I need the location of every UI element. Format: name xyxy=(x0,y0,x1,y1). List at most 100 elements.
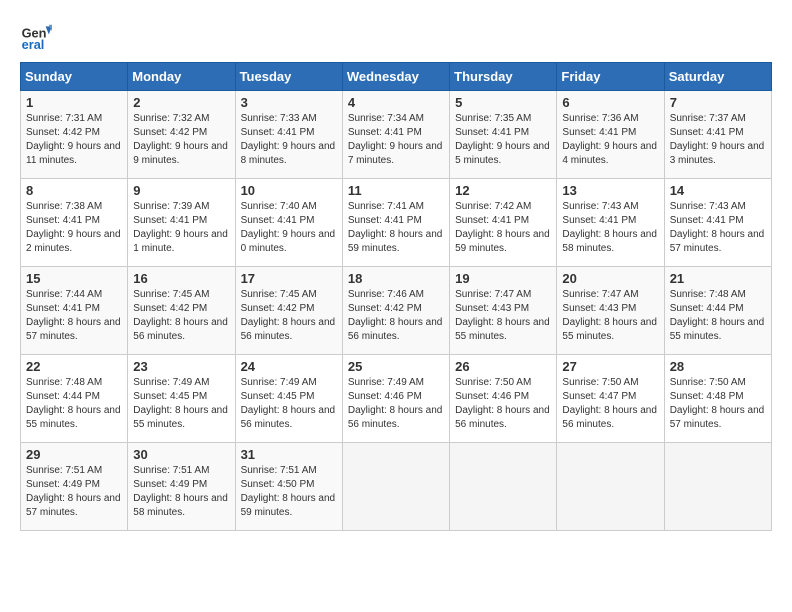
day-number: 25 xyxy=(348,359,444,374)
calendar-day-cell: 17 Sunrise: 7:45 AM Sunset: 4:42 PM Dayl… xyxy=(235,267,342,355)
day-number: 14 xyxy=(670,183,766,198)
day-number: 3 xyxy=(241,95,337,110)
calendar-day-cell: 1 Sunrise: 7:31 AM Sunset: 4:42 PM Dayli… xyxy=(21,91,128,179)
day-info: Sunrise: 7:51 AM Sunset: 4:50 PM Dayligh… xyxy=(241,464,337,520)
day-info: Sunrise: 7:48 AM Sunset: 4:44 PM Dayligh… xyxy=(670,288,766,344)
calendar-day-cell: 20 Sunrise: 7:47 AM Sunset: 4:43 PM Dayl… xyxy=(557,267,664,355)
day-number: 16 xyxy=(133,271,229,286)
calendar-day-cell: 16 Sunrise: 7:45 AM Sunset: 4:42 PM Dayl… xyxy=(128,267,235,355)
day-info: Sunrise: 7:45 AM Sunset: 4:42 PM Dayligh… xyxy=(133,288,229,344)
day-info: Sunrise: 7:40 AM Sunset: 4:41 PM Dayligh… xyxy=(241,200,337,256)
day-info: Sunrise: 7:51 AM Sunset: 4:49 PM Dayligh… xyxy=(26,464,122,520)
calendar-day-cell: 10 Sunrise: 7:40 AM Sunset: 4:41 PM Dayl… xyxy=(235,179,342,267)
calendar-day-cell: 12 Sunrise: 7:42 AM Sunset: 4:41 PM Dayl… xyxy=(450,179,557,267)
day-number: 15 xyxy=(26,271,122,286)
day-number: 22 xyxy=(26,359,122,374)
calendar-day-cell: 8 Sunrise: 7:38 AM Sunset: 4:41 PM Dayli… xyxy=(21,179,128,267)
calendar-day-cell: 27 Sunrise: 7:50 AM Sunset: 4:47 PM Dayl… xyxy=(557,355,664,443)
day-number: 5 xyxy=(455,95,551,110)
weekday-header: Saturday xyxy=(664,63,771,91)
day-number: 28 xyxy=(670,359,766,374)
day-info: Sunrise: 7:45 AM Sunset: 4:42 PM Dayligh… xyxy=(241,288,337,344)
day-info: Sunrise: 7:33 AM Sunset: 4:41 PM Dayligh… xyxy=(241,112,337,168)
calendar-week-row: 29 Sunrise: 7:51 AM Sunset: 4:49 PM Dayl… xyxy=(21,443,772,531)
calendar-day-cell: 30 Sunrise: 7:51 AM Sunset: 4:49 PM Dayl… xyxy=(128,443,235,531)
day-number: 27 xyxy=(562,359,658,374)
weekday-header: Sunday xyxy=(21,63,128,91)
day-info: Sunrise: 7:35 AM Sunset: 4:41 PM Dayligh… xyxy=(455,112,551,168)
day-number: 31 xyxy=(241,447,337,462)
day-info: Sunrise: 7:51 AM Sunset: 4:49 PM Dayligh… xyxy=(133,464,229,520)
day-info: Sunrise: 7:49 AM Sunset: 4:45 PM Dayligh… xyxy=(241,376,337,432)
day-number: 7 xyxy=(670,95,766,110)
day-info: Sunrise: 7:43 AM Sunset: 4:41 PM Dayligh… xyxy=(562,200,658,256)
logo-icon: Gen eral xyxy=(20,20,52,52)
day-number: 8 xyxy=(26,183,122,198)
page-header: Gen eral xyxy=(20,20,772,52)
day-info: Sunrise: 7:49 AM Sunset: 4:46 PM Dayligh… xyxy=(348,376,444,432)
calendar-header-row: SundayMondayTuesdayWednesdayThursdayFrid… xyxy=(21,63,772,91)
calendar-week-row: 8 Sunrise: 7:38 AM Sunset: 4:41 PM Dayli… xyxy=(21,179,772,267)
day-info: Sunrise: 7:37 AM Sunset: 4:41 PM Dayligh… xyxy=(670,112,766,168)
day-number: 13 xyxy=(562,183,658,198)
weekday-header: Tuesday xyxy=(235,63,342,91)
calendar-day-cell: 6 Sunrise: 7:36 AM Sunset: 4:41 PM Dayli… xyxy=(557,91,664,179)
day-number: 19 xyxy=(455,271,551,286)
calendar-day-cell: 25 Sunrise: 7:49 AM Sunset: 4:46 PM Dayl… xyxy=(342,355,449,443)
day-number: 26 xyxy=(455,359,551,374)
day-info: Sunrise: 7:47 AM Sunset: 4:43 PM Dayligh… xyxy=(455,288,551,344)
day-number: 23 xyxy=(133,359,229,374)
calendar-day-cell xyxy=(664,443,771,531)
calendar-week-row: 15 Sunrise: 7:44 AM Sunset: 4:41 PM Dayl… xyxy=(21,267,772,355)
calendar-day-cell: 21 Sunrise: 7:48 AM Sunset: 4:44 PM Dayl… xyxy=(664,267,771,355)
calendar-day-cell: 22 Sunrise: 7:48 AM Sunset: 4:44 PM Dayl… xyxy=(21,355,128,443)
weekday-header: Friday xyxy=(557,63,664,91)
calendar-day-cell: 28 Sunrise: 7:50 AM Sunset: 4:48 PM Dayl… xyxy=(664,355,771,443)
calendar-day-cell: 14 Sunrise: 7:43 AM Sunset: 4:41 PM Dayl… xyxy=(664,179,771,267)
calendar-day-cell: 15 Sunrise: 7:44 AM Sunset: 4:41 PM Dayl… xyxy=(21,267,128,355)
day-number: 17 xyxy=(241,271,337,286)
calendar-day-cell xyxy=(342,443,449,531)
day-info: Sunrise: 7:38 AM Sunset: 4:41 PM Dayligh… xyxy=(26,200,122,256)
calendar-day-cell: 23 Sunrise: 7:49 AM Sunset: 4:45 PM Dayl… xyxy=(128,355,235,443)
calendar-day-cell: 7 Sunrise: 7:37 AM Sunset: 4:41 PM Dayli… xyxy=(664,91,771,179)
day-info: Sunrise: 7:42 AM Sunset: 4:41 PM Dayligh… xyxy=(455,200,551,256)
calendar-day-cell: 11 Sunrise: 7:41 AM Sunset: 4:41 PM Dayl… xyxy=(342,179,449,267)
calendar-week-row: 1 Sunrise: 7:31 AM Sunset: 4:42 PM Dayli… xyxy=(21,91,772,179)
calendar-day-cell: 4 Sunrise: 7:34 AM Sunset: 4:41 PM Dayli… xyxy=(342,91,449,179)
svg-text:eral: eral xyxy=(22,37,45,52)
calendar-day-cell: 31 Sunrise: 7:51 AM Sunset: 4:50 PM Dayl… xyxy=(235,443,342,531)
calendar-day-cell: 24 Sunrise: 7:49 AM Sunset: 4:45 PM Dayl… xyxy=(235,355,342,443)
weekday-header: Wednesday xyxy=(342,63,449,91)
day-number: 29 xyxy=(26,447,122,462)
day-number: 1 xyxy=(26,95,122,110)
calendar-day-cell xyxy=(450,443,557,531)
day-info: Sunrise: 7:34 AM Sunset: 4:41 PM Dayligh… xyxy=(348,112,444,168)
day-info: Sunrise: 7:47 AM Sunset: 4:43 PM Dayligh… xyxy=(562,288,658,344)
day-number: 21 xyxy=(670,271,766,286)
calendar-day-cell: 18 Sunrise: 7:46 AM Sunset: 4:42 PM Dayl… xyxy=(342,267,449,355)
weekday-header: Monday xyxy=(128,63,235,91)
day-number: 2 xyxy=(133,95,229,110)
calendar-day-cell: 9 Sunrise: 7:39 AM Sunset: 4:41 PM Dayli… xyxy=(128,179,235,267)
calendar-day-cell: 2 Sunrise: 7:32 AM Sunset: 4:42 PM Dayli… xyxy=(128,91,235,179)
day-info: Sunrise: 7:39 AM Sunset: 4:41 PM Dayligh… xyxy=(133,200,229,256)
day-number: 4 xyxy=(348,95,444,110)
calendar-day-cell xyxy=(557,443,664,531)
day-number: 30 xyxy=(133,447,229,462)
day-info: Sunrise: 7:32 AM Sunset: 4:42 PM Dayligh… xyxy=(133,112,229,168)
day-info: Sunrise: 7:41 AM Sunset: 4:41 PM Dayligh… xyxy=(348,200,444,256)
day-number: 18 xyxy=(348,271,444,286)
calendar-day-cell: 3 Sunrise: 7:33 AM Sunset: 4:41 PM Dayli… xyxy=(235,91,342,179)
day-number: 24 xyxy=(241,359,337,374)
calendar-day-cell: 5 Sunrise: 7:35 AM Sunset: 4:41 PM Dayli… xyxy=(450,91,557,179)
day-info: Sunrise: 7:50 AM Sunset: 4:47 PM Dayligh… xyxy=(562,376,658,432)
day-number: 12 xyxy=(455,183,551,198)
calendar-table: SundayMondayTuesdayWednesdayThursdayFrid… xyxy=(20,62,772,531)
calendar-day-cell: 13 Sunrise: 7:43 AM Sunset: 4:41 PM Dayl… xyxy=(557,179,664,267)
calendar-day-cell: 29 Sunrise: 7:51 AM Sunset: 4:49 PM Dayl… xyxy=(21,443,128,531)
day-info: Sunrise: 7:43 AM Sunset: 4:41 PM Dayligh… xyxy=(670,200,766,256)
day-info: Sunrise: 7:49 AM Sunset: 4:45 PM Dayligh… xyxy=(133,376,229,432)
calendar-day-cell: 19 Sunrise: 7:47 AM Sunset: 4:43 PM Dayl… xyxy=(450,267,557,355)
day-info: Sunrise: 7:50 AM Sunset: 4:46 PM Dayligh… xyxy=(455,376,551,432)
